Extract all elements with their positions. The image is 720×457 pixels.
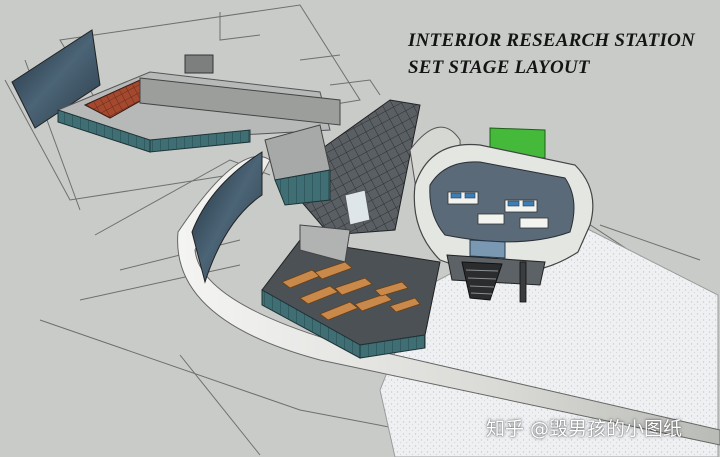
rooftop-box [184,54,214,74]
title-line-1: INTERIOR RESEARCH STATION [408,30,695,51]
support-column [519,261,527,303]
3d-render-illustration [4,4,720,457]
sky-backdrop-panel-middle [191,151,263,284]
set-layout-diagram: INTERIOR RESEARCH STATION SET STAGE LAYO… [0,0,720,457]
control-room-window [469,239,506,259]
watermark: 知乎 @毁男孩的小图纸 [486,418,683,440]
corridor-skylight [344,189,371,226]
title-line-2: SET STAGE LAYOUT [408,57,590,78]
